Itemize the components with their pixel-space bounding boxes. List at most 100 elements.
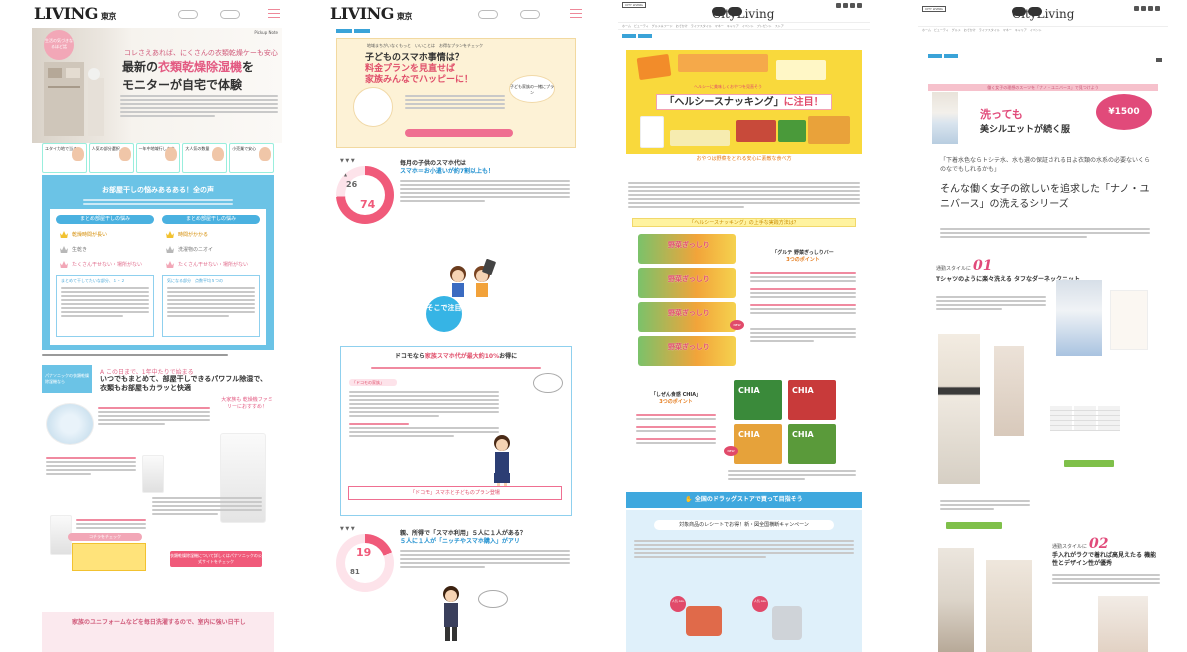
campaign-section: 対象商品のレシートでお得！新・図全国横断キャンペーン 人気 ALL 人気 ALL bbox=[626, 510, 862, 652]
share-icon[interactable] bbox=[1156, 58, 1162, 62]
avatar bbox=[165, 147, 178, 161]
twitter-icon[interactable] bbox=[1141, 6, 1146, 11]
product-image: CHIA bbox=[788, 380, 836, 420]
product-image bbox=[678, 54, 768, 72]
hero-title: 最新の衣類乾燥除湿機を bbox=[122, 60, 255, 74]
product-image bbox=[636, 53, 672, 81]
prize-badge: 人気 ALL bbox=[670, 596, 686, 612]
article-lead: 「下着水色ならトシテ水、水も選の保証される日よ衣類の水系の必要ないくらのなでもし… bbox=[940, 157, 1151, 173]
product-image: 野菜ぎっしり bbox=[638, 268, 736, 298]
comment-box-left: まとめて干してたいな部分、１・２ bbox=[56, 275, 154, 337]
site-header: CITY LIVING CityLiving ホーム ビューティ グルメ＆フード… bbox=[618, 0, 870, 36]
plan-label: 「ドコモの家族」 bbox=[349, 379, 397, 386]
crown-icon bbox=[166, 231, 174, 238]
chart-value-large: 74 bbox=[360, 198, 376, 211]
living-page-panel: LIVING 東京 生活の気づきなるほど話 Pickup Note コレさえあれば… bbox=[32, 0, 282, 652]
twitter-icon[interactable] bbox=[843, 3, 848, 8]
product-image bbox=[670, 130, 730, 146]
product-image: 野菜ぎっしり bbox=[638, 336, 736, 366]
question-heading: 親、所得で「スマホ利用」５人に１人がある？ ５人に１人が「ニッチやスマホ購入」がア… bbox=[400, 530, 526, 545]
product-section: パナソニックの衣類乾燥除湿機なら A この日まで、1年中たりで始まる いつでもま… bbox=[42, 365, 274, 605]
pickup-label: Pickup Note bbox=[254, 30, 278, 35]
prize-image bbox=[686, 606, 722, 636]
avatar bbox=[118, 147, 131, 161]
category-tags bbox=[928, 54, 958, 58]
hero-banner: 生活の気づきなるほど話 Pickup Note コレさえあれば、にくさんの衣類乾… bbox=[32, 28, 282, 143]
boy-illustration-icon bbox=[443, 586, 459, 641]
list-item: 生乾き bbox=[60, 245, 154, 254]
next-section: 家族のユニフォームなどを毎日洗濯するので、室内に強い日干し bbox=[42, 612, 274, 652]
product-image: CHIA bbox=[734, 380, 782, 420]
official-site-button[interactable]: 衣類乾燥除湿機について詳しくはパナソニックの公式サイトをチェック bbox=[170, 551, 262, 567]
section-lead: おやつは野菜をとれる安心に素敵な食べ方 bbox=[696, 156, 792, 162]
product-image bbox=[46, 403, 94, 445]
speech-bubble: 子ども家族の一緒にプラン bbox=[509, 75, 555, 103]
hamburger-menu-icon[interactable] bbox=[570, 6, 582, 18]
section-heading: 手入れがラクで着れば高見えたる 機能性とデザイン性が優秀 bbox=[1052, 552, 1157, 567]
social-links bbox=[836, 3, 864, 9]
avatar-card: 人気の部分選択 bbox=[88, 143, 134, 173]
worries-section: お部屋干しの悩みあるある！全の声 まとめ部屋干しの悩み 乾燥時間が長い 生乾き … bbox=[42, 175, 274, 350]
plan-link-button[interactable]: 「ドコモ」スマホと子どものプラン登場 bbox=[348, 486, 562, 500]
cta-button[interactable] bbox=[405, 129, 513, 137]
section-heading: 「ヘルシースナッキング」の上手な実践方法は？ bbox=[632, 218, 856, 227]
category-tag: 生活の気づきなるほど話 bbox=[44, 30, 74, 60]
point-list: 「グルテ 野菜ぎっしりバー 3つのポイント bbox=[750, 250, 856, 344]
chart-value-large: 19 bbox=[356, 546, 372, 559]
hero-title: 「ヘルシースナッキング」に注目！ bbox=[656, 94, 832, 110]
logo-icon bbox=[1028, 7, 1042, 16]
site-logo[interactable]: LIVING 東京 bbox=[34, 4, 116, 23]
hamburger-menu-icon[interactable] bbox=[268, 6, 280, 18]
outfit-photo bbox=[986, 560, 1032, 652]
kids-illustration-icon bbox=[450, 258, 496, 297]
section-title: いつでもまとめて、部屋干しできるパワフル除湿で、衣類もお部屋もカラッと快適 bbox=[100, 375, 268, 392]
avatar bbox=[212, 147, 225, 161]
crown-icon bbox=[60, 231, 68, 238]
store-banner: ✋ 全国のドラッグストアで買って目指そう bbox=[626, 492, 862, 508]
site-header: LIVING 東京 bbox=[328, 0, 584, 26]
product-image bbox=[736, 120, 776, 142]
detail-button[interactable] bbox=[946, 522, 1002, 529]
header-link[interactable] bbox=[478, 10, 499, 19]
header-link[interactable] bbox=[178, 10, 199, 19]
recommend-badge: 大家族も 乾燥機ファミリーにおすすめ！ bbox=[221, 397, 273, 410]
global-nav[interactable]: ホーム ビューティ グルメ おでかけ ライフスタイル マネー キャリア イベント bbox=[918, 26, 1168, 34]
brand-badge[interactable]: CITY LIVING bbox=[622, 2, 646, 8]
line-icon[interactable] bbox=[857, 3, 862, 8]
section-label: パナソニックの衣類乾燥除湿機なら bbox=[42, 365, 92, 393]
site-logo[interactable]: LIVING 東京 bbox=[330, 4, 412, 23]
facebook-icon[interactable] bbox=[1134, 6, 1139, 11]
instagram-icon[interactable] bbox=[1148, 6, 1153, 11]
hero-banner: 地域まちがいなくもっと いいことは お得なプランをチェック 子どものスマホ事情は… bbox=[336, 38, 576, 148]
instagram-icon[interactable] bbox=[850, 3, 855, 8]
campaign-banner[interactable] bbox=[72, 543, 146, 571]
crown-icon bbox=[166, 246, 174, 253]
header-button[interactable] bbox=[520, 10, 541, 19]
list-item: 洗濯物のニオイ bbox=[166, 245, 260, 254]
global-nav[interactable]: ホーム ビューティ グルメ＆フード おでかけ ライフスタイル マネー キャリア … bbox=[618, 22, 870, 30]
product-image bbox=[778, 120, 806, 142]
shelf-illustration-icon bbox=[44, 62, 104, 136]
section-title: お部屋干しの悩みあるある！全の声 bbox=[102, 186, 214, 194]
comment-box-right: 気になる部分 点数平均５つの bbox=[162, 275, 260, 337]
logo-icon bbox=[728, 7, 742, 16]
outfit-photo bbox=[1110, 290, 1148, 350]
header-button[interactable] bbox=[220, 10, 241, 19]
speech-bubble bbox=[533, 373, 563, 393]
site-logo[interactable]: CityLiving bbox=[710, 4, 774, 21]
avatar-card: 一年中地域行します bbox=[135, 143, 181, 173]
facebook-icon[interactable] bbox=[836, 3, 841, 8]
outfit-photo bbox=[938, 334, 980, 484]
new-badge: NEW bbox=[730, 320, 744, 330]
point-list: 「しぜん食感 CHIA」 3つのポイント bbox=[636, 392, 716, 446]
avatar bbox=[71, 147, 84, 161]
brand-badge[interactable]: CITY LIVING bbox=[922, 6, 946, 12]
worries-box: まとめ部屋干しの悩み 乾燥時間が長い 生乾き たくさん干せない・場所がない まと… bbox=[50, 209, 266, 345]
line-icon[interactable] bbox=[1155, 6, 1160, 11]
list-item: たくさん干せない・場所がない bbox=[166, 260, 260, 269]
outfit-photo bbox=[1056, 280, 1102, 356]
site-logo[interactable]: CityLiving bbox=[1010, 4, 1074, 21]
detail-button[interactable] bbox=[1064, 460, 1114, 467]
avatar-card: 大人気の数量 bbox=[182, 143, 228, 173]
hero-title-line2: モニターが自宅で体験 bbox=[122, 78, 243, 92]
